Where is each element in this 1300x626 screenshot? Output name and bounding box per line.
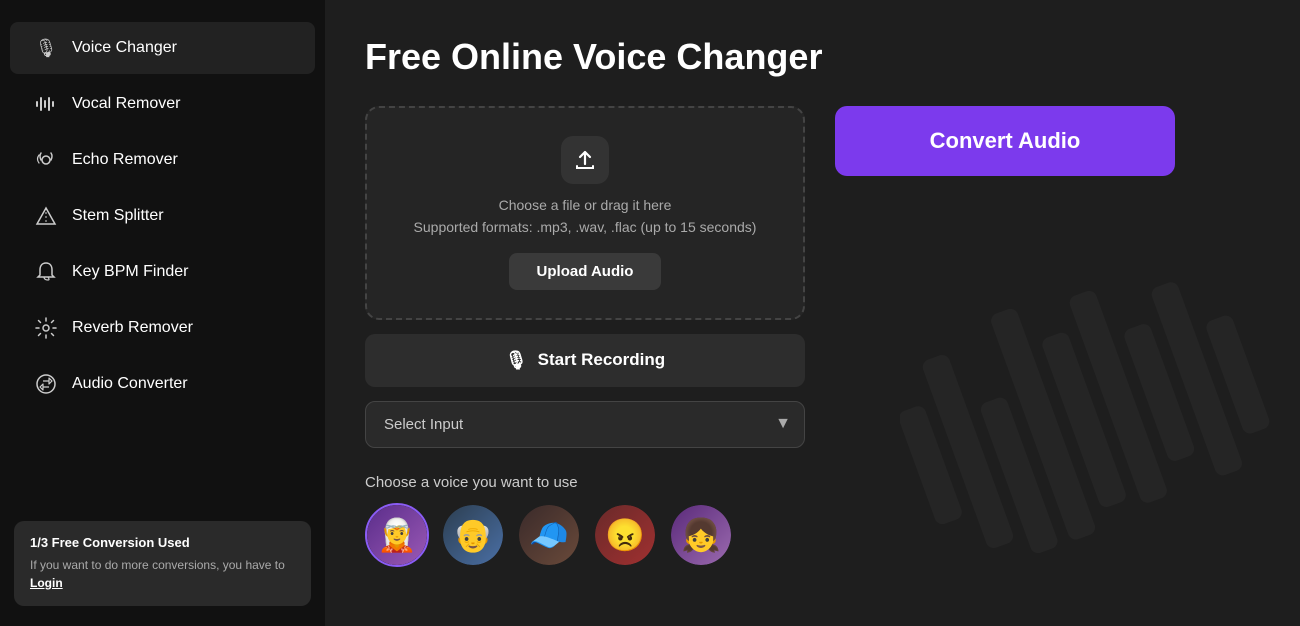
- page-title: Free Online Voice Changer: [365, 36, 1260, 78]
- microphone-icon: 🎙: [505, 350, 528, 371]
- sidebar: 🎙 Voice Changer Vocal Remover Echo Remov…: [0, 0, 325, 626]
- sidebar-item-label: Key BPM Finder: [72, 263, 188, 281]
- sidebar-item-label: Audio Converter: [72, 375, 188, 393]
- bell-icon: [34, 260, 58, 284]
- sidebar-item-key-bpm-finder[interactable]: Key BPM Finder: [10, 246, 315, 298]
- upload-audio-button[interactable]: Upload Audio: [509, 253, 662, 290]
- sidebar-item-audio-converter[interactable]: Audio Converter: [10, 358, 315, 410]
- start-recording-button[interactable]: 🎙 Start Recording: [365, 334, 805, 387]
- login-link[interactable]: Login: [30, 576, 63, 590]
- upload-dropzone[interactable]: Choose a file or drag it here Supported …: [365, 106, 805, 320]
- sidebar-item-vocal-remover[interactable]: Vocal Remover: [10, 78, 315, 130]
- sidebar-footer: 1/3 Free Conversion Used If you want to …: [14, 521, 311, 606]
- input-select-wrapper: Select Input ▼: [365, 401, 805, 448]
- sidebar-item-label: Stem Splitter: [72, 207, 164, 225]
- upload-hint: Choose a file or drag it here Supported …: [414, 194, 757, 239]
- sidebar-item-label: Vocal Remover: [72, 95, 181, 113]
- right-panel: Convert Audio: [835, 106, 1175, 176]
- upload-icon: [561, 136, 609, 184]
- voice-section: Choose a voice you want to use 🧝 👴 🧢 😠: [365, 474, 805, 567]
- waveform-icon: [34, 92, 58, 116]
- voice-avatar-4[interactable]: 😠: [593, 503, 657, 567]
- voice-avatars: 🧝 👴 🧢 😠 👧: [365, 503, 805, 567]
- sidebar-item-echo-remover[interactable]: Echo Remover: [10, 134, 315, 186]
- voice-avatar-1[interactable]: 🧝: [365, 503, 429, 567]
- sidebar-item-stem-splitter[interactable]: Stem Splitter: [10, 190, 315, 242]
- select-input-dropdown[interactable]: Select Input: [365, 401, 805, 448]
- voice-avatar-5[interactable]: 👧: [669, 503, 733, 567]
- sidebar-item-label: Echo Remover: [72, 151, 178, 169]
- footer-title: 1/3 Free Conversion Used: [30, 535, 295, 550]
- left-panel: Choose a file or drag it here Supported …: [365, 106, 805, 567]
- settings-icon: [34, 316, 58, 340]
- sidebar-item-voice-changer[interactable]: 🎙 Voice Changer: [10, 22, 315, 74]
- sidebar-item-label: Reverb Remover: [72, 319, 193, 337]
- voice-avatar-2[interactable]: 👴: [441, 503, 505, 567]
- content-area: Choose a file or drag it here Supported …: [365, 106, 1260, 567]
- footer-description: If you want to do more conversions, you …: [30, 556, 295, 592]
- convert-audio-button[interactable]: Convert Audio: [835, 106, 1175, 176]
- sidebar-item-reverb-remover[interactable]: Reverb Remover: [10, 302, 315, 354]
- sidebar-item-label: Voice Changer: [72, 39, 177, 57]
- echo-icon: [34, 148, 58, 172]
- main-content: Free Online Voice Changer Choose a file …: [325, 0, 1300, 626]
- voice-avatar-3[interactable]: 🧢: [517, 503, 581, 567]
- triangle-icon: [34, 204, 58, 228]
- converter-icon: [34, 372, 58, 396]
- voice-section-title: Choose a voice you want to use: [365, 474, 805, 491]
- microphone-icon: 🎙: [34, 36, 58, 60]
